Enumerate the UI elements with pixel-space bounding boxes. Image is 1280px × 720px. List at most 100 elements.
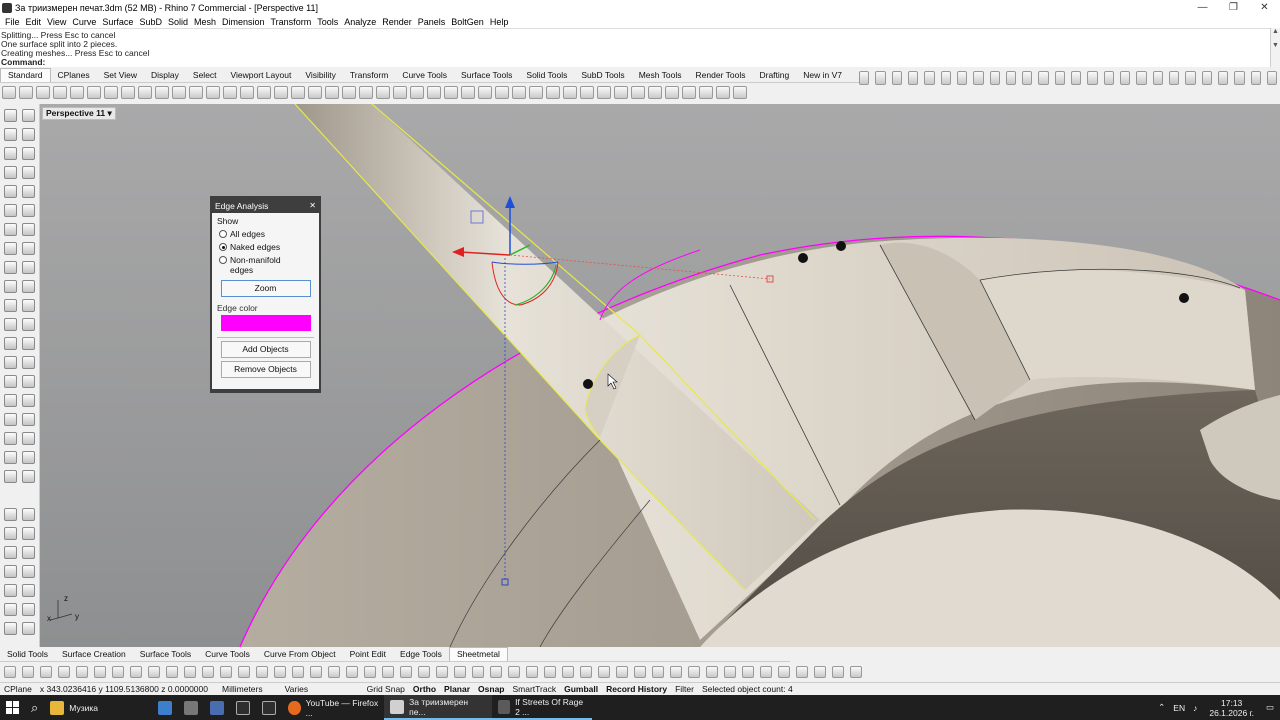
sphere-icon[interactable] (706, 665, 718, 678)
flange-icon[interactable] (544, 665, 556, 678)
menu-dimension[interactable]: Dimension (219, 17, 268, 27)
command-prompt[interactable]: Command: (1, 58, 1270, 67)
move-icon[interactable] (4, 280, 17, 293)
cube-icon[interactable] (850, 665, 862, 678)
flange-icon[interactable] (796, 665, 808, 678)
smarttrack-toggle[interactable]: SmartTrack (509, 684, 561, 694)
sheetmetal-icon[interactable] (382, 665, 394, 678)
box-icon[interactable] (1120, 71, 1131, 85)
cylinder-icon[interactable] (1136, 71, 1147, 85)
taskbar-pinned-app[interactable] (204, 695, 230, 720)
radio-icon[interactable] (219, 256, 227, 264)
maximize-button[interactable]: ❐ (1218, 2, 1249, 13)
surface-icon[interactable] (22, 451, 35, 464)
line-icon[interactable] (1201, 71, 1212, 85)
cube-icon[interactable] (94, 665, 106, 678)
taskbar-item-streets[interactable]: If Streets Of Rage 2 ... (492, 695, 593, 720)
sphere-icon[interactable] (427, 86, 441, 99)
zoom-selected-icon[interactable] (240, 86, 254, 99)
taskbar-item-music[interactable]: Музика (44, 695, 152, 720)
curve-icon[interactable] (4, 451, 17, 464)
tab-curve-tools-bottom[interactable]: Curve Tools (198, 648, 257, 661)
properties-icon[interactable] (359, 86, 373, 99)
polyline-icon[interactable] (22, 394, 35, 407)
display-mode-icon[interactable] (376, 86, 390, 99)
ortho-toggle[interactable]: Ortho (409, 684, 440, 694)
check-icon[interactable] (22, 603, 35, 616)
point-icon[interactable] (22, 109, 35, 122)
tab-viewport-layout[interactable]: Viewport Layout (224, 69, 299, 82)
extrude-icon[interactable] (4, 508, 17, 521)
unroll-icon[interactable] (814, 665, 826, 678)
scale-icon[interactable] (4, 584, 17, 597)
speaker-icon[interactable]: ♪ (1193, 703, 1197, 713)
select-icon[interactable] (4, 109, 17, 122)
line-icon[interactable] (875, 71, 886, 85)
extrude-icon[interactable] (4, 223, 17, 236)
radio-naked-edges[interactable]: Naked edges (219, 242, 314, 252)
menu-render[interactable]: Render (379, 17, 415, 27)
boolean-icon[interactable] (22, 223, 35, 236)
mirror-icon[interactable] (22, 299, 35, 312)
unroll-icon[interactable] (58, 665, 70, 678)
trim-icon[interactable] (22, 527, 35, 540)
color-icon[interactable] (742, 665, 754, 678)
taskbar-item-firefox[interactable]: YouTube — Firefox ... (282, 695, 384, 720)
grid-icon[interactable] (859, 71, 870, 85)
curve-icon[interactable] (940, 71, 951, 85)
text-icon[interactable] (22, 622, 35, 635)
bend-icon[interactable] (148, 665, 160, 678)
menu-mesh[interactable]: Mesh (191, 17, 219, 27)
zoom-extents-icon[interactable] (223, 86, 237, 99)
chevron-up-icon[interactable]: ⌃ (1158, 702, 1165, 713)
grasshopper-icon[interactable] (512, 86, 526, 99)
menu-file[interactable]: File (2, 17, 23, 27)
planar-toggle[interactable]: Planar (440, 684, 474, 694)
menu-surface[interactable]: Surface (99, 17, 136, 27)
material-icon[interactable] (410, 86, 424, 99)
arc-icon[interactable] (1087, 71, 1098, 85)
menu-help[interactable]: Help (487, 17, 512, 27)
panel-header[interactable]: Edge Analysis ✕ (212, 198, 319, 213)
radio-all-edges[interactable]: All edges (219, 229, 314, 239)
color-icon[interactable] (364, 665, 376, 678)
polyline-icon[interactable] (1217, 71, 1229, 85)
mirror-icon[interactable] (22, 584, 35, 597)
unroll-icon[interactable] (184, 665, 196, 678)
flange-icon[interactable] (670, 665, 682, 678)
arc-icon[interactable] (22, 147, 35, 160)
box-icon[interactable] (956, 71, 968, 85)
tab-render-tools[interactable]: Render Tools (689, 69, 753, 82)
arc-icon[interactable] (924, 71, 935, 85)
edge-marker[interactable] (798, 253, 808, 263)
unroll-icon[interactable] (310, 665, 322, 678)
help-icon[interactable] (529, 86, 543, 99)
paste-icon[interactable] (121, 86, 135, 99)
bend-icon[interactable] (778, 665, 790, 678)
sheetmetal-icon[interactable] (130, 665, 142, 678)
search-icon[interactable]: ⌕ (25, 695, 44, 720)
record-history-toggle[interactable]: Record History (602, 684, 671, 694)
circle-icon[interactable] (4, 413, 17, 426)
tab-new-in-v7[interactable]: New in V7 (796, 69, 849, 82)
close-icon[interactable]: ✕ (309, 201, 316, 210)
new-file-icon[interactable] (2, 86, 16, 99)
viewport-layout-icon[interactable] (274, 86, 288, 99)
arc-icon[interactable] (1250, 71, 1261, 85)
command-scrollbar[interactable]: ▲ ▼ (1270, 28, 1280, 67)
menu-subd[interactable]: SubD (136, 17, 165, 27)
fillet-icon[interactable] (4, 242, 17, 255)
flange-icon[interactable] (418, 665, 430, 678)
tab-set-view[interactable]: Set View (97, 69, 144, 82)
flange-icon[interactable] (40, 665, 52, 678)
cylinder-icon[interactable] (973, 71, 984, 85)
bend-icon[interactable] (400, 665, 412, 678)
options-icon[interactable] (461, 86, 475, 99)
transform-icon[interactable] (1168, 71, 1180, 85)
sphere-icon[interactable] (454, 665, 466, 678)
line-icon[interactable] (1038, 71, 1049, 85)
line-icon[interactable] (4, 394, 17, 407)
tab-cplanes[interactable]: CPlanes (51, 69, 97, 82)
grid-icon[interactable] (1185, 71, 1196, 85)
gumball-toggle[interactable]: Gumball (560, 684, 602, 694)
